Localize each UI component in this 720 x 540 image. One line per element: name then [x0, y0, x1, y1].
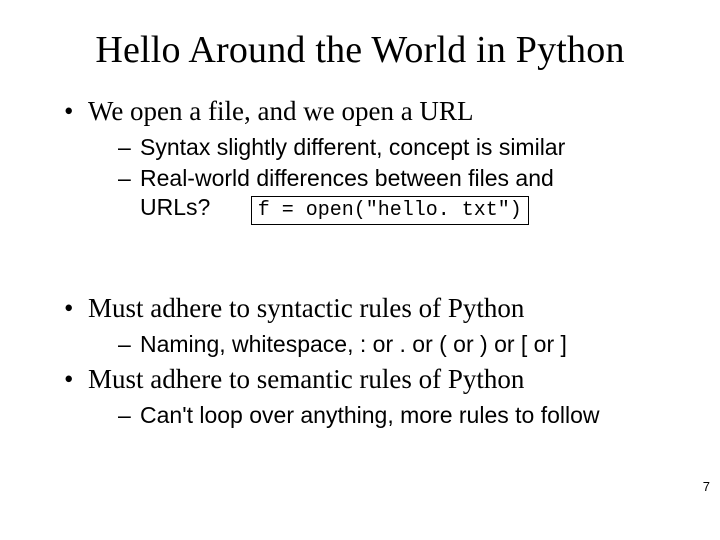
bullet-1: We open a file, and we open a URL Syntax…: [64, 96, 684, 225]
slide: Hello Around the World in Python We open…: [0, 0, 720, 540]
bullet-3: Must adhere to semantic rules of Python …: [64, 364, 684, 430]
code-snippet: f = open("hello. txt"): [251, 196, 529, 225]
bullet-1-sub-2: Real-world differences between files and…: [118, 164, 684, 225]
bullet-3-sub-1: Can't loop over anything, more rules to …: [118, 401, 684, 430]
slide-title: Hello Around the World in Python: [36, 28, 684, 72]
bullet-1-sub-1: Syntax slightly different, concept is si…: [118, 133, 684, 162]
bullet-1-text: We open a file, and we open a URL: [88, 96, 473, 126]
spacer: [36, 231, 684, 293]
bullet-list: We open a file, and we open a URL Syntax…: [64, 96, 684, 225]
page-number: 7: [703, 479, 710, 494]
bullet-1-sublist: Syntax slightly different, concept is si…: [118, 133, 684, 225]
bullet-2-sub-1: Naming, whitespace, : or . or ( or ) or …: [118, 330, 684, 359]
bullet-list-2: Must adhere to syntactic rules of Python…: [64, 293, 684, 431]
bullet-2: Must adhere to syntactic rules of Python…: [64, 293, 684, 359]
bullet-2-text: Must adhere to syntactic rules of Python: [88, 293, 524, 323]
bullet-1-sub-2-line1: Real-world differences between files and: [140, 165, 554, 191]
bullet-1-sub-2-line2: URLs?: [140, 194, 210, 220]
bullet-3-sublist: Can't loop over anything, more rules to …: [118, 401, 684, 430]
bullet-3-text: Must adhere to semantic rules of Python: [88, 364, 524, 394]
bullet-2-sublist: Naming, whitespace, : or . or ( or ) or …: [118, 330, 684, 359]
